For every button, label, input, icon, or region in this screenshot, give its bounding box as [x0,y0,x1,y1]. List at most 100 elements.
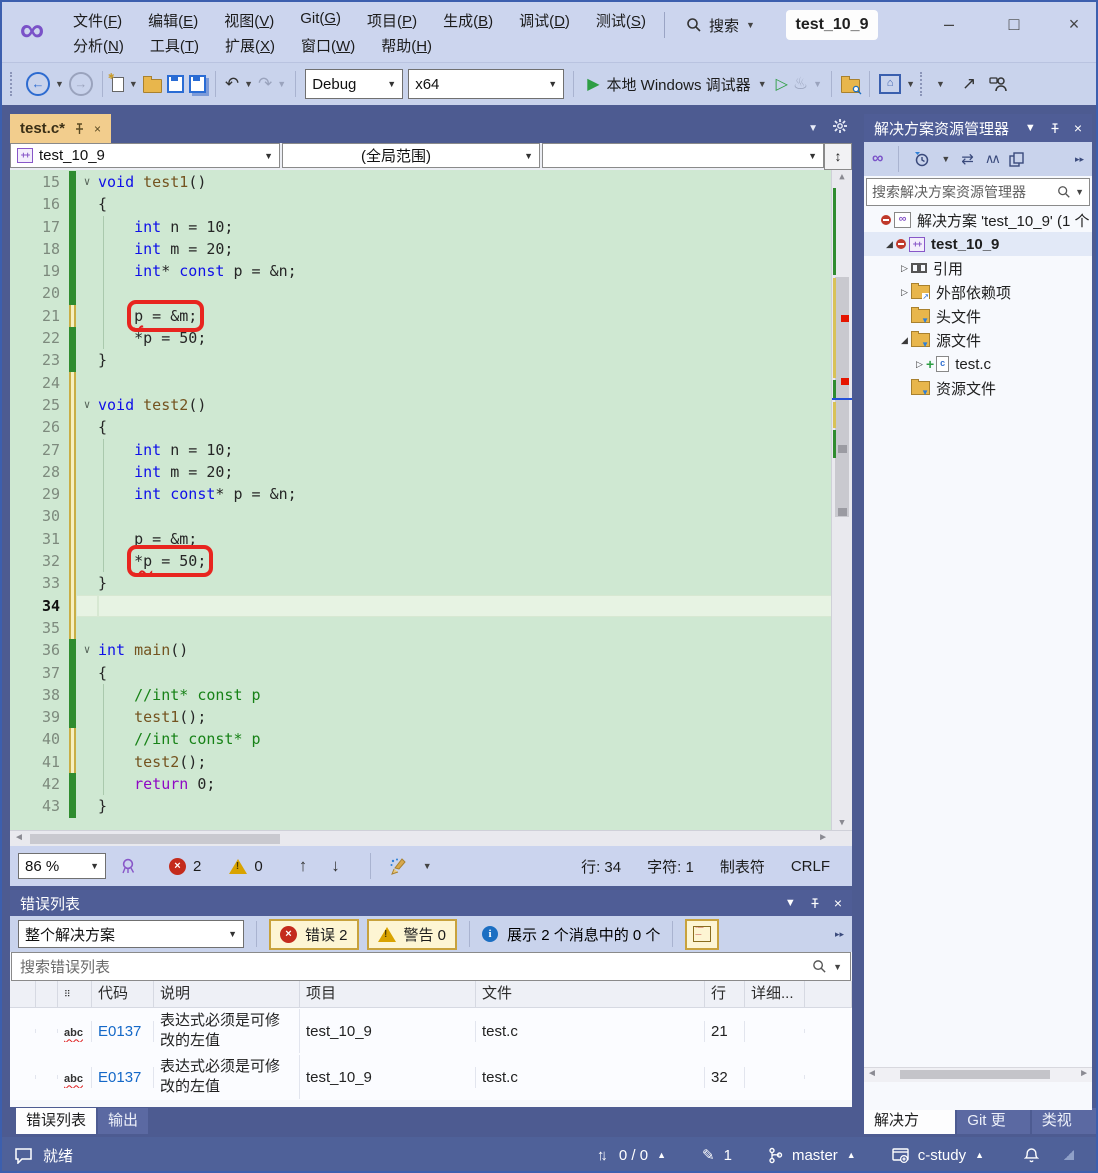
open-file-button[interactable] [143,79,162,93]
code-cleanup-icon[interactable] [389,857,409,875]
code-line-37[interactable]: 37{ [10,662,832,684]
code-line-40[interactable]: 40 //int const* p [10,728,832,750]
menu-item-v[interactable]: 视图(V) [211,7,287,34]
sync-expand-icon[interactable]: ▲ [657,1150,666,1160]
tree-item-[interactable]: ▷引用 [864,256,1092,280]
fold-marker[interactable] [76,751,98,773]
code-line-16[interactable]: 16{ [10,193,832,215]
tabs-indicator[interactable]: 制表符 [720,856,765,877]
panel-dropdown-icon[interactable]: ▼ [1025,122,1036,134]
scroll-down-icon[interactable]: ▼ [832,818,852,828]
code-line-34[interactable]: 34 [10,595,832,617]
code-line-21[interactable]: 21 p = &m; [10,305,832,327]
fold-marker[interactable] [76,372,98,394]
maximize-button[interactable]: □ [992,8,1036,40]
menu-item-gitg[interactable]: Git(G) [287,7,354,34]
panel-tab-1[interactable]: 错误列表 [16,1108,96,1134]
code-line-17[interactable]: 17 int n = 10; [10,216,832,238]
eol-indicator[interactable]: CRLF [791,858,830,875]
hot-reload-button[interactable]: ♨ [793,74,808,94]
warnings-toggle-button[interactable]: 警告 0 [367,919,458,950]
expanded-arrow-icon[interactable]: ◢ [883,239,896,250]
split-window-button[interactable]: ↕ [824,143,852,170]
fold-marker[interactable] [76,238,98,260]
resize-grip[interactable] [1064,1150,1074,1160]
menu-item-t[interactable]: 工具(T) [137,32,212,59]
hot-reload-dropdown-icon[interactable]: ▼ [813,79,822,89]
undo-button[interactable]: ↶ [225,74,239,94]
fold-marker[interactable] [76,193,98,215]
tree-item-[interactable]: 资源文件 [864,376,1092,400]
fold-marker[interactable] [76,216,98,238]
code-line-39[interactable]: 39 test1(); [10,706,832,728]
code-line-43[interactable]: 43} [10,795,832,817]
scroll-right-icon[interactable]: ► [818,832,828,843]
toolbar-overflow-icon[interactable]: ▸▸ [835,929,844,940]
fold-marker[interactable] [76,595,98,617]
code-line-33[interactable]: 33} [10,572,832,594]
new-file-button[interactable] [112,77,124,92]
code-line-18[interactable]: 18 int m = 20; [10,238,832,260]
menu-item-f[interactable]: 文件(F) [60,7,135,34]
code-line-19[interactable]: 19 int* const p = &n; [10,260,832,282]
solution-configuration-dropdown[interactable]: Debug▼ [305,69,403,99]
gear-icon[interactable] [832,118,848,134]
code-health-icon[interactable] [120,858,137,875]
code-line-41[interactable]: 41 test2(); [10,751,832,773]
fold-marker[interactable] [76,461,98,483]
hscrollbar-thumb[interactable] [30,834,280,844]
tree-item-testc[interactable]: ▷+ctest.c [864,352,1092,376]
vertical-scrollbar[interactable]: ▲ ▼ [831,170,852,830]
error-row[interactable]: abcE0137表达式必须是可修改的左值test_10_9test.c21 [10,1008,852,1054]
column-header[interactable]: 详细... [745,981,805,1007]
member-dropdown[interactable]: ▼ [542,143,824,168]
panel-tab-2[interactable]: 输出 [98,1108,148,1134]
redo-button[interactable]: ↷ [258,74,272,94]
fold-marker[interactable] [76,416,98,438]
fold-marker[interactable] [76,327,98,349]
zoom-dropdown[interactable]: 86 %▼ [18,853,106,879]
collapse-all-icon[interactable]: ∧∧ [985,151,998,167]
code-line-24[interactable]: 24 [10,372,832,394]
code-line-42[interactable]: 42 return 0; [10,773,832,795]
fold-marker[interactable] [76,305,98,327]
close-button[interactable]: × [1052,8,1096,40]
tree-item-test_10_9[interactable]: ◢++test_10_9 [864,232,1092,256]
new-file-dropdown-icon[interactable]: ▼ [129,79,138,89]
fold-marker[interactable]: ∨ [76,394,98,416]
previous-issue-icon[interactable]: ↑ [299,856,308,876]
fold-marker[interactable] [76,684,98,706]
fold-marker[interactable] [76,439,98,461]
error-list-title-bar[interactable]: 错误列表 ▼ × [10,890,852,916]
sync-count[interactable]: 0 / 0 [619,1147,648,1164]
pin-icon[interactable] [1050,123,1060,134]
solution-explorer-hscrollbar[interactable]: ◄ ► [864,1067,1092,1082]
messages-toggle-button[interactable]: i展示 2 个消息中的 0 个 [482,924,660,945]
tree-item-[interactable]: ◢源文件 [864,328,1092,352]
code-line-36[interactable]: 36∨int main() [10,639,832,661]
collapsed-arrow-icon[interactable]: ▷ [898,287,911,298]
scrollbar-thumb[interactable] [835,277,849,517]
close-icon[interactable]: × [1074,120,1082,136]
fold-marker[interactable]: ∨ [76,639,98,661]
code-cleanup-dropdown-icon[interactable]: ▼ [423,861,432,871]
fold-marker[interactable] [76,550,98,572]
collapsed-arrow-icon[interactable]: ▷ [913,359,926,370]
panel-tab-2[interactable]: Git 更改 [957,1108,1029,1134]
menu-item-e[interactable]: 编辑(E) [135,7,211,34]
collapsed-arrow-icon[interactable]: ▷ [898,263,911,274]
solution-platform-dropdown[interactable]: x64▼ [408,69,564,99]
expanded-arrow-icon[interactable]: ◢ [898,335,911,346]
project-dropdown[interactable]: ++ test_10_9▼ [10,143,280,168]
code-line-28[interactable]: 28 int m = 20; [10,461,832,483]
menu-item-n[interactable]: 分析(N) [60,32,137,59]
code-line-22[interactable]: 22 *p = 50; [10,327,832,349]
sync-with-active-document-icon[interactable]: ⇄ [961,150,974,168]
code-line-25[interactable]: 25∨void test2() [10,394,832,416]
column-header[interactable]: 说明 [154,981,300,1007]
column-header[interactable]: 项目 [300,981,476,1007]
column-header[interactable]: 文件 [476,981,705,1007]
feedback-button[interactable] [989,76,1007,92]
tree-item-[interactable]: ▷外部依赖项 [864,280,1092,304]
switch-views-icon[interactable]: ∞ [872,150,883,168]
